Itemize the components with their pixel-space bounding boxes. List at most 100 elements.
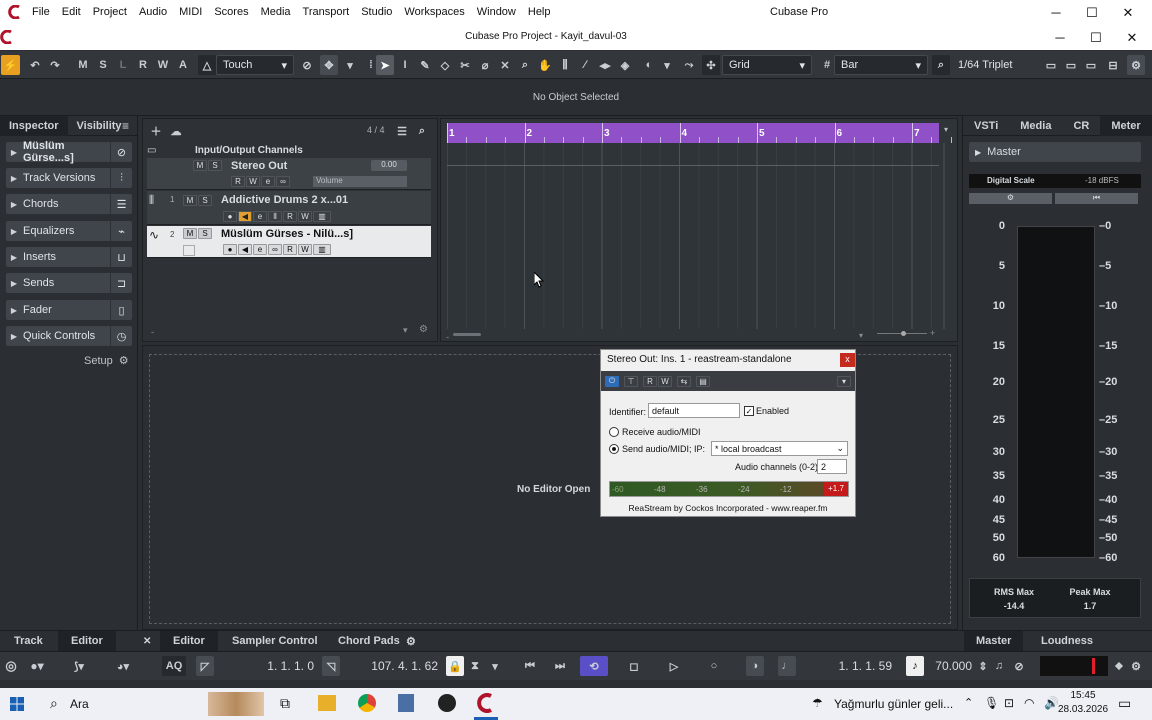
close-icon[interactable]: ✕: [143, 631, 151, 651]
read-button[interactable]: R: [283, 244, 297, 255]
left-locator-icon[interactable]: ◸: [196, 656, 214, 676]
read-button[interactable]: R: [283, 211, 297, 222]
add-track-icon[interactable]: ＋: [147, 121, 165, 141]
link-icon[interactable]: ∞: [268, 244, 282, 255]
tab-track[interactable]: Track: [14, 631, 43, 651]
volume-param[interactable]: Volume: [313, 176, 407, 187]
write-button[interactable]: W: [298, 244, 312, 255]
line-tool-icon[interactable]: ∕: [576, 55, 594, 75]
monitor-button[interactable]: ◀: [238, 211, 252, 222]
project-window-arrange[interactable]: 1 2 3 4 5 6 7 ▾ ▾ + -: [440, 118, 958, 342]
read-button[interactable]: R: [643, 375, 657, 387]
solo-button[interactable]: S: [198, 228, 212, 239]
record-enable-button[interactable]: ●: [223, 244, 237, 255]
track-list-view-icon[interactable]: ☰: [393, 121, 411, 141]
menu-midi[interactable]: MIDI: [173, 6, 208, 18]
tab-chord-pads[interactable]: Chord Pads: [338, 631, 400, 651]
taskbar-weather-image[interactable]: [208, 692, 264, 716]
receive-radio[interactable]: Receive audio/MIDI: [609, 427, 701, 437]
monitor-button[interactable]: ◀: [238, 244, 252, 255]
weather-text[interactable]: Yağmurlu günler geli...: [834, 697, 953, 711]
inspector-section-inserts[interactable]: ▶ Inserts ⊔: [6, 247, 132, 267]
write-button[interactable]: W: [154, 55, 172, 75]
edit-icon[interactable]: e: [253, 244, 267, 255]
automation-mode-icon[interactable]: △: [198, 55, 216, 75]
go-to-previous-icon[interactable]: ⏮: [520, 656, 540, 676]
write-button[interactable]: W: [658, 375, 672, 387]
menu-help[interactable]: Help: [522, 6, 557, 18]
hand-tool-icon[interactable]: ✋: [536, 55, 554, 75]
zoom-tool-icon[interactable]: ⌕: [516, 55, 534, 75]
read-button[interactable]: R: [134, 55, 152, 75]
plugin-title-bar[interactable]: Stereo Out: Ins. 1 - reastream-standalon…: [601, 350, 855, 370]
erase-tool-icon[interactable]: ◇: [436, 55, 454, 75]
close-button[interactable]: ✕: [1110, 0, 1146, 25]
comp-tool-icon[interactable]: ⫼: [556, 55, 574, 75]
cubase-taskbar-icon[interactable]: [476, 693, 496, 713]
solo-button[interactable]: S: [208, 160, 222, 171]
menu-media[interactable]: Media: [255, 6, 297, 18]
quantize-select[interactable]: 1/64 Triplet: [952, 55, 1036, 75]
volume-icon[interactable]: 🔊: [1044, 696, 1059, 710]
write-button[interactable]: W: [298, 211, 312, 222]
track-row[interactable]: ∿ 2 MS Müslüm Gürses - Nilü...s] ● ◀ e ∞ R W ▥: [147, 226, 431, 258]
clock-time[interactable]: 15:45: [1062, 690, 1104, 701]
send-radio[interactable]: Send audio/MIDI; IP:: [609, 444, 705, 454]
settings-gear-icon[interactable]: ⚙: [1127, 55, 1145, 75]
edit-icon[interactable]: e: [261, 176, 275, 187]
tool-mode-chevron-icon[interactable]: ▾: [341, 55, 359, 75]
tab-sampler-control[interactable]: Sampler Control: [232, 631, 318, 651]
glue-tool-icon[interactable]: ⌀: [476, 55, 494, 75]
constrain-delay-button[interactable]: ⚡: [1, 55, 20, 75]
channels-input[interactable]: 2: [817, 459, 847, 474]
folder-track-io[interactable]: ▭ Input/Output Channels: [147, 143, 431, 157]
chevron-icon[interactable]: ⬥: [1110, 656, 1128, 676]
object-select-tool-icon[interactable]: ➤: [376, 55, 394, 75]
edit-icon[interactable]: ⊘: [110, 142, 132, 162]
lower-zone-icon[interactable]: ▭: [1062, 55, 1080, 75]
go-to-next-icon[interactable]: ⏭: [550, 656, 570, 676]
click-icon[interactable]: ⊘: [1010, 656, 1028, 676]
tab-editor[interactable]: Editor: [160, 631, 218, 651]
position-icon[interactable]: ♩: [778, 656, 796, 676]
range-tool-icon[interactable]: I: [396, 55, 414, 75]
play-button[interactable]: ▷: [660, 656, 688, 676]
power-icon[interactable]: ⏻: [605, 375, 619, 387]
instrument-edit-icon[interactable]: ⫴: [268, 211, 282, 222]
tab-media[interactable]: Media: [1009, 116, 1062, 136]
inspector-section-track-versions[interactable]: ▶ Track Versions ⫶: [6, 168, 132, 188]
search-label[interactable]: Ara: [70, 697, 89, 711]
clock-date[interactable]: 28.03.2026: [1058, 704, 1108, 715]
mute-all-button[interactable]: M: [74, 55, 92, 75]
calculator-icon[interactable]: [398, 694, 414, 712]
automation-button[interactable]: A: [174, 55, 192, 75]
tab-editor-left[interactable]: Editor: [58, 631, 116, 651]
tab-master[interactable]: Master: [964, 631, 1024, 651]
mute-button[interactable]: M: [183, 228, 197, 239]
punch-in-icon[interactable]: ⧗: [466, 656, 484, 676]
solo-all-button[interactable]: S: [94, 55, 112, 75]
minimize-button[interactable]: ─: [1038, 0, 1074, 25]
automation-panel-icon[interactable]: ⊘: [298, 55, 316, 75]
quantize-icon[interactable]: ⌕: [932, 55, 950, 75]
tab-vsti[interactable]: VSTi: [963, 116, 1009, 136]
play-tool-icon[interactable]: ◂▸: [596, 55, 614, 75]
mute-button[interactable]: M: [193, 160, 207, 171]
menu-scores[interactable]: Scores: [208, 6, 254, 18]
record-mode-icon[interactable]: ●▾: [28, 656, 46, 676]
stereo-out-track[interactable]: MS Stereo Out 0.00 R We ∞ Volume: [147, 158, 431, 190]
record-button[interactable]: ○: [700, 656, 728, 676]
sync-icon[interactable]: ◎: [2, 656, 20, 676]
weather-icon[interactable]: ☂: [812, 696, 823, 710]
bypass-icon[interactable]: ⊤: [624, 375, 638, 387]
microphone-icon[interactable]: 🎙: [984, 696, 999, 710]
maximize-button[interactable]: ☐: [1074, 0, 1110, 25]
project-minimize-button[interactable]: ─: [1042, 25, 1078, 50]
settings-gear-icon[interactable]: ⚙: [1127, 656, 1145, 676]
link-icon[interactable]: ∞: [276, 176, 290, 187]
tab-inspector[interactable]: Inspector: [0, 115, 68, 136]
tab-cr[interactable]: CR: [1062, 116, 1100, 136]
color-tool-icon[interactable]: ◈: [616, 55, 634, 75]
write-button[interactable]: W: [246, 176, 260, 187]
metronome-icon[interactable]: ♫: [990, 656, 1008, 676]
